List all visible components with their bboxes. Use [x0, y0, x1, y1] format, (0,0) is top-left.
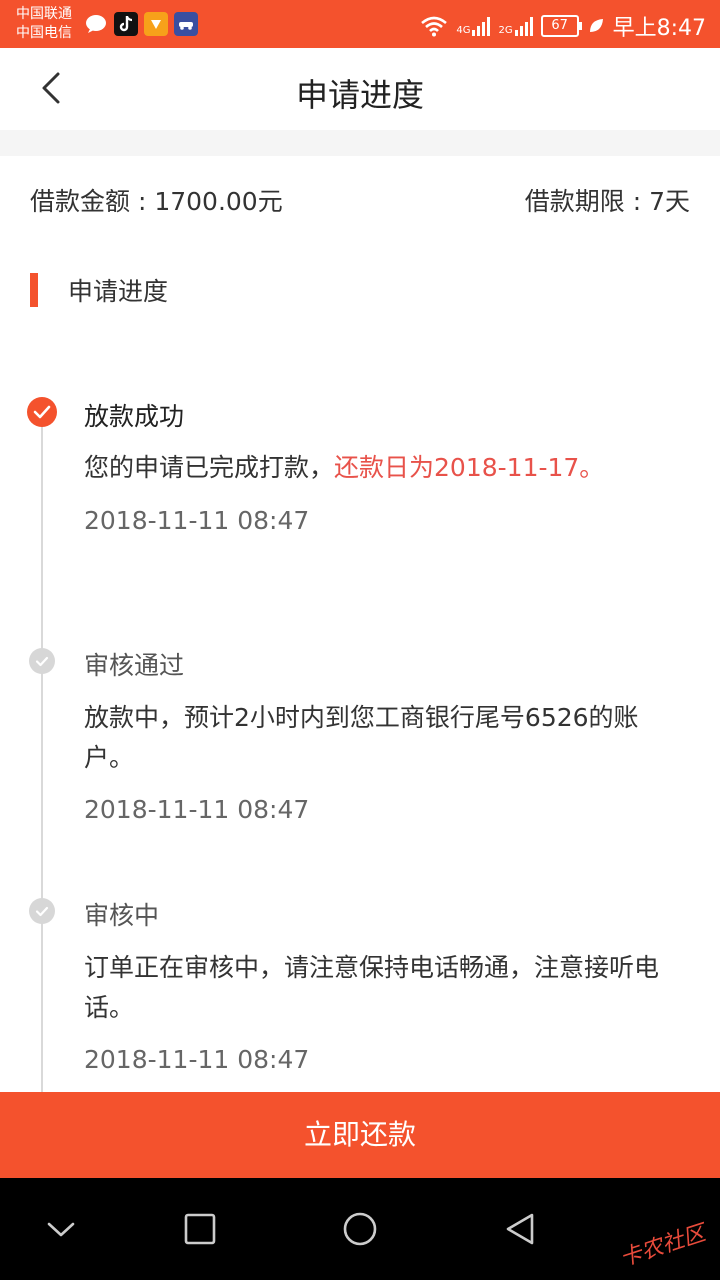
loan-term: 借款期限 : 7天: [524, 187, 690, 216]
message-icon: [84, 12, 108, 36]
section-title: 申请进度: [68, 277, 169, 306]
step-time: 2018-11-11 08:47: [84, 795, 310, 824]
back-triangle-icon[interactable]: [499, 1208, 541, 1250]
loan-amount: 借款金额 : 1700.00元: [30, 187, 283, 216]
app-icon: [144, 12, 168, 36]
chevron-down-icon[interactable]: [40, 1208, 82, 1250]
car-app-icon: [174, 12, 198, 36]
battery-level: 67: [551, 18, 568, 33]
notification-icons: [84, 12, 198, 36]
check-inactive-icon: [29, 648, 55, 674]
carrier-info: 中国联通 中国电信: [16, 5, 72, 43]
timeline-line: [41, 412, 43, 1092]
battery-icon: 67: [540, 15, 582, 37]
carrier-2: 中国电信: [16, 25, 72, 41]
step-description: 订单正在审核中，请注意保持电话畅通，注意接听电话。: [84, 953, 660, 1022]
app-header: 申请进度: [0, 48, 720, 130]
clock: 早上8:47: [612, 16, 706, 41]
home-icon[interactable]: [339, 1208, 381, 1250]
section-header: 申请进度: [30, 272, 168, 308]
step-time: 2018-11-11 08:47: [84, 506, 310, 535]
network-type-2: 2G: [498, 25, 513, 36]
network-type-1: 4G: [456, 25, 471, 36]
step-description: 放款中，预计2小时内到您工商银行尾号6526的账户。: [84, 703, 639, 772]
step-description-text: 您的申请已完成打款，: [84, 453, 335, 482]
step-title: 审核通过: [84, 651, 185, 680]
signal-4g: 4G: [456, 16, 491, 36]
step-title: 审核中: [84, 901, 160, 930]
leaf-icon: [589, 19, 603, 32]
step-title: 放款成功: [84, 402, 185, 431]
check-inactive-icon: [29, 898, 55, 924]
tiktok-icon: [114, 12, 138, 36]
signal-2g: 2G: [498, 16, 533, 36]
page-title: 申请进度: [295, 76, 424, 114]
wifi-icon: [421, 16, 448, 37]
step-description: 您的申请已完成打款，还款日为2018-11-17。: [84, 448, 684, 488]
recent-apps-icon[interactable]: [179, 1208, 221, 1250]
repay-now-button[interactable]: 立即还款: [0, 1092, 720, 1178]
section-marker: [30, 273, 38, 307]
carrier-1: 中国联通: [16, 6, 72, 22]
watermark-logo: 卡农社区: [617, 1220, 709, 1272]
status-right: 4G 2G 67 早上8:47: [420, 10, 706, 42]
repayment-date: 还款日为2018-11-17。: [334, 453, 605, 482]
step-time: 2018-11-11 08:47: [84, 1045, 310, 1074]
status-bar: 中国联通 中国电信 4G 2G 67 早上8:47: [0, 0, 720, 48]
divider-gap: [0, 130, 720, 156]
navigation-bar: 卡农社区: [0, 1178, 720, 1280]
check-active-icon: [27, 397, 57, 427]
